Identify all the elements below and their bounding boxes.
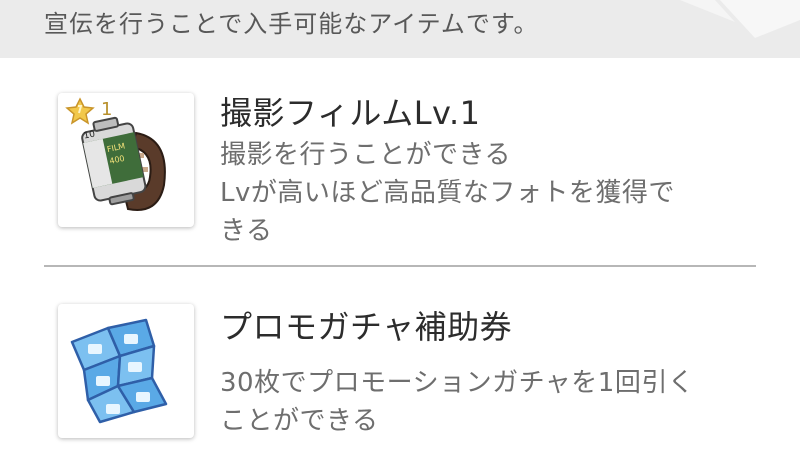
- item-description-line: ことができる: [220, 406, 379, 436]
- item-description-line: 撮影を行うことができる: [220, 140, 511, 170]
- header-description: 宣伝を行うことで入手可能なアイテムです。: [44, 10, 539, 38]
- list-item[interactable]: 10 FILM 400 1 撮影フィルムLv.1 撮影を行うことができる Lvが…: [0, 58, 800, 266]
- item-icon-card[interactable]: [58, 304, 194, 438]
- item-title: 撮影フィルムLv.1: [220, 94, 481, 132]
- item-icon-card[interactable]: 10 FILM 400 1: [58, 93, 194, 227]
- gacha-ticket-icon: [70, 318, 168, 424]
- rarity-badge: 1: [64, 97, 124, 125]
- header-decoration-shape: [680, 0, 800, 38]
- item-description: 撮影を行うことができる Lvが高いほど高品質なフォトを獲得で きる: [220, 136, 765, 250]
- item-description: 30枚でプロモーションガチャを1回引く ことができる: [220, 364, 765, 440]
- star-icon: [65, 97, 95, 125]
- item-description-line: きる: [220, 216, 273, 246]
- item-title: プロモガチャ補助券: [220, 308, 513, 346]
- item-description-line: Lvが高いほど高品質なフォトを獲得で: [220, 178, 675, 208]
- list-item[interactable]: プロモガチャ補助券 30枚でプロモーションガチャを1回引く ことができる: [0, 268, 800, 472]
- rarity-level: 1: [101, 99, 113, 120]
- item-description-line: 30枚でプロモーションガチャを1回引く: [220, 368, 695, 398]
- header-banner: 宣伝を行うことで入手可能なアイテムです。: [0, 0, 800, 58]
- list-divider: [44, 265, 756, 267]
